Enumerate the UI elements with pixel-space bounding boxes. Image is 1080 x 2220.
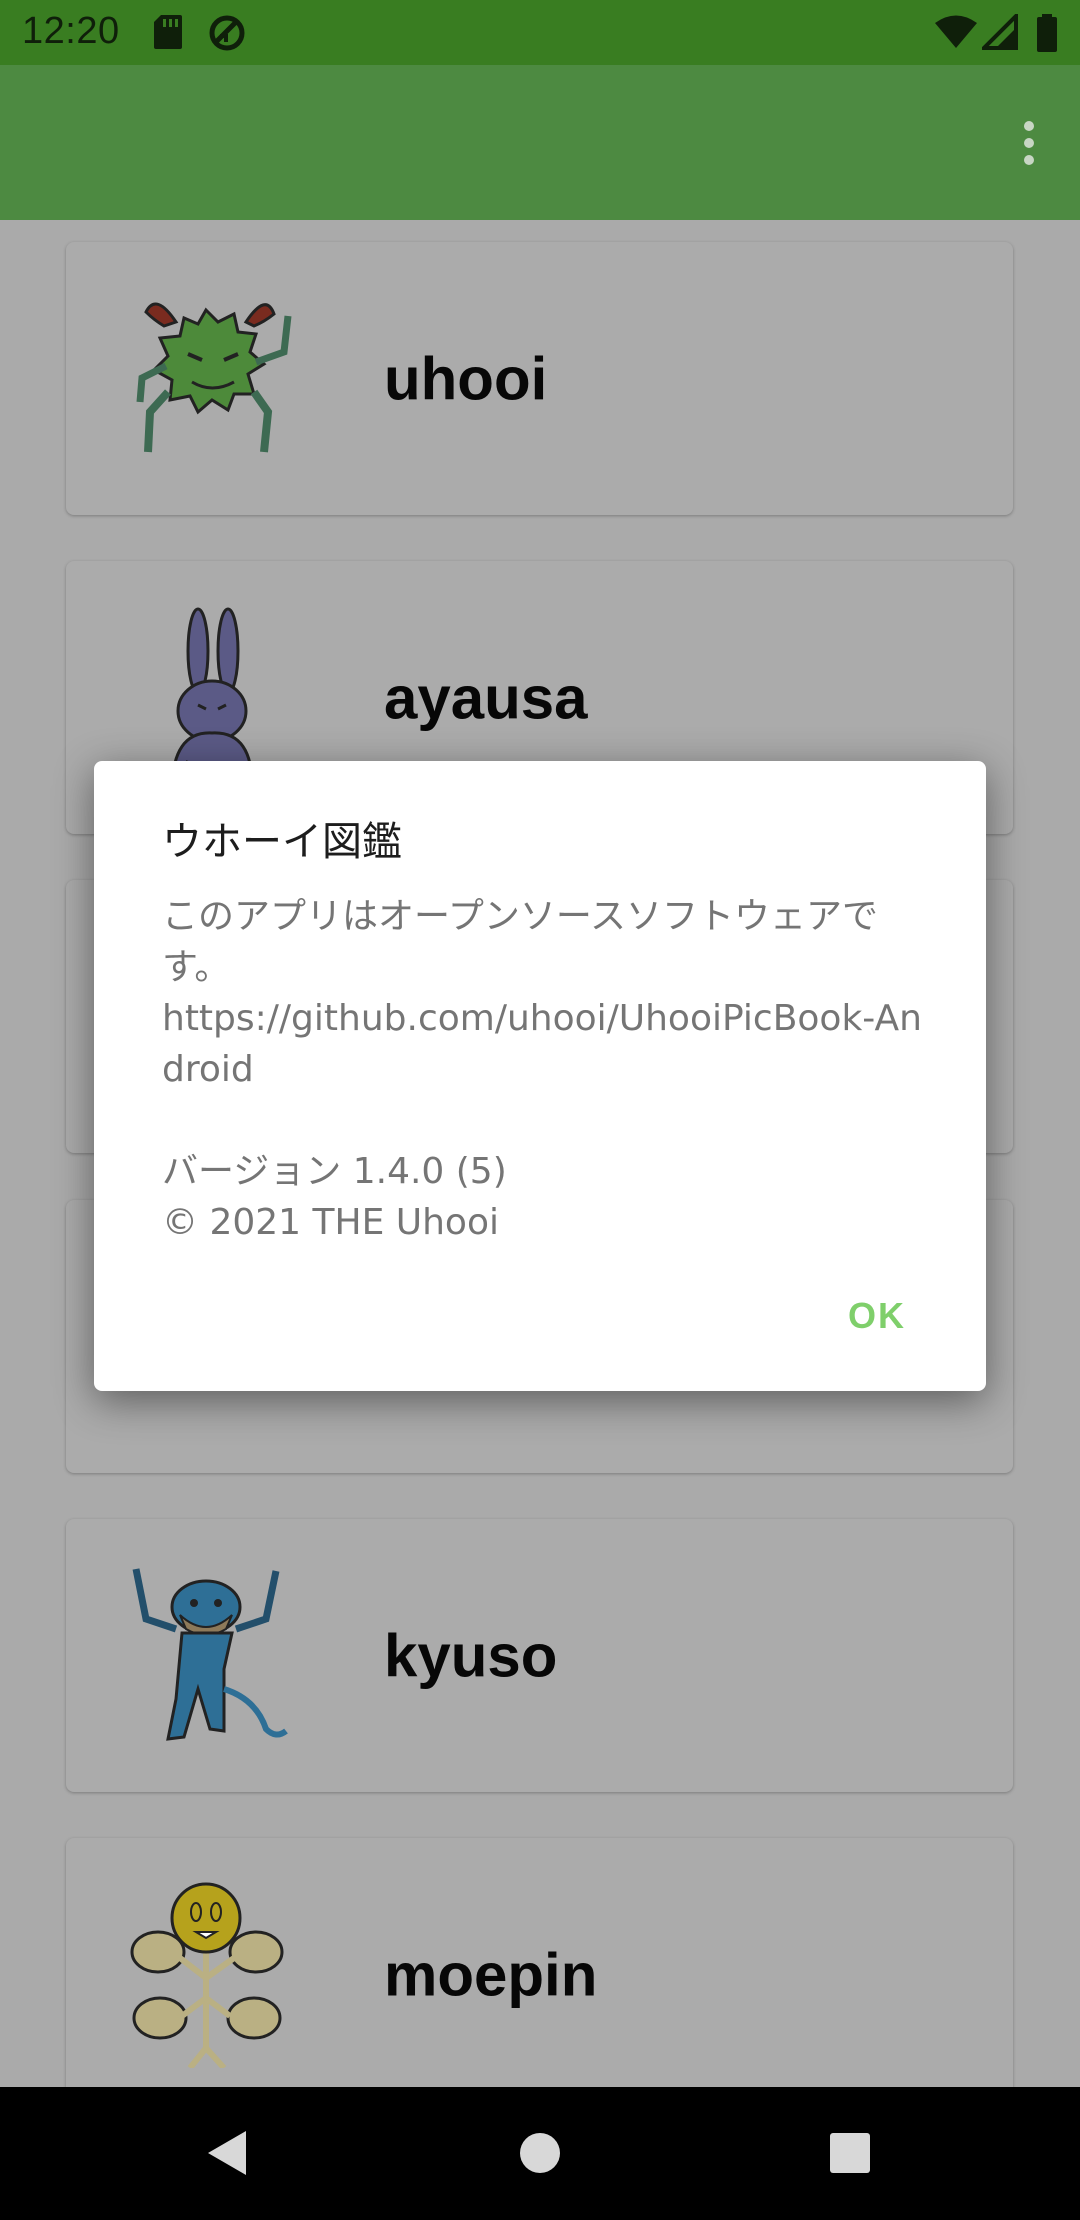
ok-button[interactable]: OK: [848, 1295, 906, 1337]
list-item[interactable]: kyuso: [66, 1519, 1013, 1792]
dialog-title: ウホーイ図鑑: [162, 819, 402, 865]
list-item[interactable]: moepin: [66, 1838, 1013, 2087]
home-icon[interactable]: [510, 2123, 570, 2183]
signal-icon: [982, 14, 1018, 50]
sd-card-icon: [154, 15, 182, 49]
data-saver-icon: [209, 15, 245, 51]
recents-icon[interactable]: [820, 2123, 880, 2183]
list-item-name: moepin: [384, 1941, 598, 2008]
list-item-name: ayausa: [384, 664, 588, 731]
status-time: 12:20: [22, 10, 120, 52]
monster-image: [130, 1882, 284, 2068]
back-icon[interactable]: [200, 2123, 260, 2183]
navigation-bar: [0, 2087, 1080, 2220]
monster-image: [132, 1568, 288, 1741]
more-vert-icon[interactable]: [1008, 115, 1052, 171]
about-dialog: ウホーイ図鑑 このアプリはオープンソースソフトウェアです。 https://gi…: [94, 761, 986, 1391]
app-bar: [0, 65, 1080, 220]
dialog-message: このアプリはオープンソースソフトウェアです。 https://github.co…: [162, 896, 922, 1243]
wifi-icon: [935, 15, 977, 48]
status-bar: 12:20: [0, 0, 1080, 65]
list-item-name: kyuso: [384, 1622, 558, 1689]
list-item[interactable]: uhooi: [66, 242, 1013, 515]
battery-icon: [1037, 14, 1057, 52]
monster-image: [136, 302, 292, 453]
list-item-name: uhooi: [384, 345, 548, 412]
